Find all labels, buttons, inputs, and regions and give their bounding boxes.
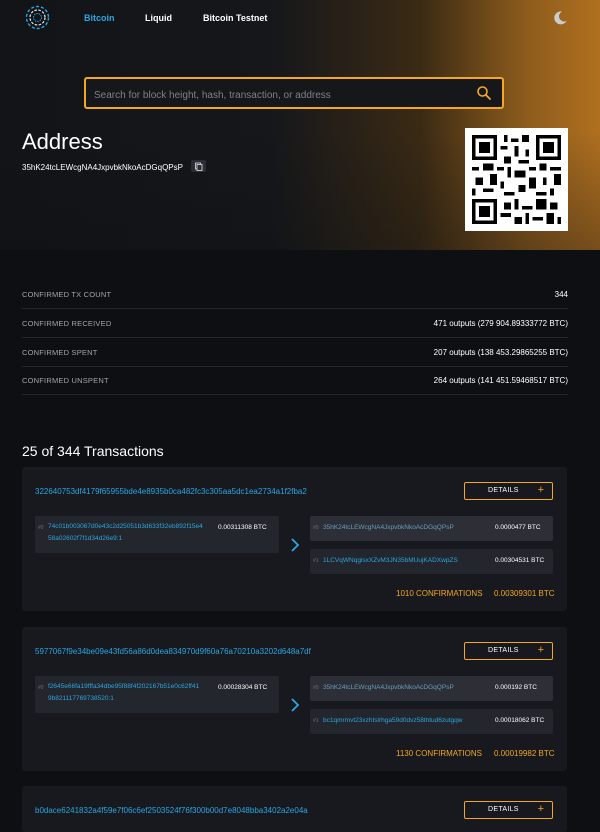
details-button[interactable]: DETAILS + (464, 801, 553, 819)
plus-icon: + (537, 644, 544, 656)
stat-label: CONFIRMED UNSPENT (22, 376, 109, 385)
transaction-id-link[interactable]: 5977067f9e34be09e43fd56a86d0dea834970d9f… (35, 647, 311, 656)
search-bar (84, 77, 504, 109)
transaction-card: b0dace6241832a4f59e7f06c6ef2503524f76f30… (22, 786, 567, 832)
transaction-total: 0.00309301 BTC (494, 589, 555, 598)
transactions-heading: 25 of 344 Transactions (22, 443, 164, 459)
stat-row-unspent: CONFIRMED UNSPENT 264 outputs (141 451.5… (22, 366, 568, 395)
transaction-card: 5977067f9e34be09e43fd56a86d0dea834970d9f… (22, 627, 567, 771)
input-index: #0 (38, 685, 44, 691)
stat-row-spent: CONFIRMED SPENT 207 outputs (138 453.298… (22, 338, 568, 367)
transaction-output: #1 1LCVqWNqgisxXZvM3JN35bMUujKADXwpZS 0.… (310, 549, 553, 574)
details-label: DETAILS (488, 806, 519, 813)
output-index: #1 (313, 558, 319, 564)
output-index: #0 (313, 685, 319, 691)
transaction-output: #0 35hK24tcLEWcgNA4JxpvbkNkoAcDGqQPsP 0.… (310, 516, 553, 541)
output-address-link[interactable]: 35hK24tcLEWcgNA4JxpvbkNkoAcDGqQPsP (323, 523, 454, 533)
details-label: DETAILS (488, 647, 519, 654)
stat-value: 207 outputs (138 453.29865255 BTC) (433, 348, 568, 357)
output-amount: 0.000192 BTC (495, 684, 537, 691)
input-link-line1[interactable]: 74c01b003067d0e43c2d25051b3d633f32eb892f… (48, 522, 203, 532)
input-link-line2[interactable]: 58a02602f7f1d34d26e9:1 (48, 534, 122, 544)
stat-label: CONFIRMED RECEIVED (22, 319, 112, 328)
confirmations-count: 1010 CONFIRMATIONS (396, 589, 483, 598)
transaction-id-link[interactable]: b0dace6241832a4f59e7f06c6ef2503524f76f30… (35, 806, 308, 815)
stat-row-tx-count: CONFIRMED TX COUNT 344 (22, 280, 568, 309)
output-address-link[interactable]: 35hK24tcLEWcgNA4JxpvbkNkoAcDGqQPsP (323, 683, 454, 693)
arrow-right-icon (291, 538, 300, 552)
search-input[interactable] (92, 85, 466, 105)
plus-icon: + (537, 484, 544, 496)
input-amount: 0.00028304 BTC (218, 684, 268, 691)
input-amount: 0.00311308 BTC (218, 524, 267, 531)
nav-item-liquid[interactable]: Liquid (145, 13, 172, 23)
arrow-right-icon (291, 698, 300, 712)
transaction-input: #0 74c01b003067d0e43c2d25051b3d633f32eb8… (35, 516, 279, 553)
output-index: #0 (313, 525, 319, 531)
details-button[interactable]: DETAILS + (464, 642, 553, 660)
moon-icon[interactable] (552, 10, 568, 26)
transaction-id-link[interactable]: 322640753df4179f65955bde4e8935b0ca482fc3… (35, 487, 307, 496)
output-amount: 0.0000477 BTC (495, 524, 541, 531)
details-label: DETAILS (488, 487, 519, 494)
input-index: #0 (38, 525, 44, 531)
top-nav: Bitcoin Liquid Bitcoin Testnet (0, 0, 600, 36)
input-link-line2[interactable]: 9b821117769738520:1 (48, 694, 114, 704)
address-hash: 35hK24tcLEWcgNA4JxpvbkNkoAcDGqQPsP (22, 163, 183, 172)
nav-item-bitcoin-testnet[interactable]: Bitcoin Testnet (203, 13, 267, 23)
transaction-output: #0 35hK24tcLEWcgNA4JxpvbkNkoAcDGqQPsP 0.… (310, 676, 553, 701)
logo-icon[interactable] (25, 5, 50, 30)
details-button[interactable]: DETAILS + (464, 482, 553, 500)
nav-item-bitcoin[interactable]: Bitcoin (84, 13, 115, 23)
page-title: Address (22, 129, 103, 154)
stat-label: CONFIRMED SPENT (22, 348, 98, 357)
stat-row-received: CONFIRMED RECEIVED 471 outputs (279 904.… (22, 309, 568, 338)
address-qr-code (465, 128, 568, 231)
stat-value: 344 (554, 290, 568, 299)
transaction-output: #1 bc1qmrmvt23xzhtslrhga59d0dvz58thtud6z… (310, 709, 553, 734)
confirmations-count: 1130 CONFIRMATIONS (396, 749, 482, 758)
output-index: #1 (313, 718, 319, 724)
search-icon[interactable] (476, 85, 492, 101)
output-amount: 0.00304531 BTC (495, 557, 545, 564)
output-amount: 0.00018062 BTC (495, 717, 545, 724)
transaction-total: 0.00019982 BTC (494, 749, 555, 758)
copy-button[interactable] (191, 160, 206, 172)
transaction-card: 322640753df4179f65955bde4e8935b0ca482fc3… (22, 467, 567, 611)
stat-value: 471 outputs (279 904.89333772 BTC) (433, 319, 568, 328)
stat-label: CONFIRMED TX COUNT (22, 290, 112, 299)
copy-icon (195, 162, 203, 171)
stat-value: 264 outputs (141 451.59468517 BTC) (433, 376, 568, 385)
plus-icon: + (537, 803, 544, 815)
input-link-line1[interactable]: f2645e66fa19fffa34dbe95f88f4f202167b51e0… (48, 682, 199, 692)
transaction-input: #0 f2645e66fa19fffa34dbe95f88f4f202167b5… (35, 676, 279, 713)
output-address-link[interactable]: 1LCVqWNqgisxXZvM3JN35bMUujKADXwpZS (323, 556, 458, 566)
output-address-link[interactable]: bc1qmrmvt23xzhtslrhga59d0dvz58thtud6zutg… (323, 716, 462, 726)
